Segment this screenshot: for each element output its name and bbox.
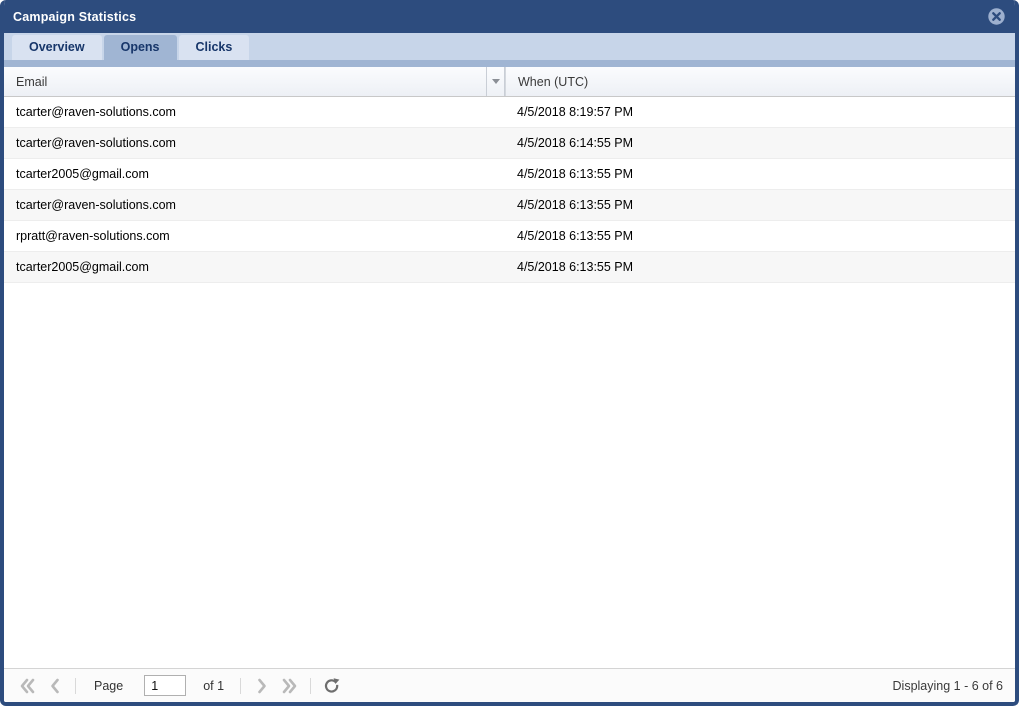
next-page-button[interactable] [253,675,271,697]
page-number-input[interactable] [144,675,186,696]
table-row[interactable]: tcarter@raven-solutions.com4/5/2018 8:19… [4,97,1015,128]
tab-opens[interactable]: Opens [104,35,177,60]
last-page-button[interactable] [280,675,298,697]
column-header-email[interactable]: Email [4,67,486,96]
table-row[interactable]: tcarter2005@gmail.com4/5/2018 6:13:55 PM [4,159,1015,190]
toolbar-separator [240,678,241,694]
chevron-down-icon [492,79,500,84]
cell-email: tcarter@raven-solutions.com [4,198,505,212]
grid-header: Email When (UTC) [4,67,1015,97]
table-row[interactable]: tcarter@raven-solutions.com4/5/2018 6:14… [4,128,1015,159]
campaign-statistics-dialog: Campaign Statistics OverviewOpensClicks … [0,0,1019,706]
cell-email: tcarter2005@gmail.com [4,167,505,181]
dialog-titlebar[interactable]: Campaign Statistics [3,0,1016,33]
tab-overview[interactable]: Overview [12,35,102,60]
cell-when: 4/5/2018 6:13:55 PM [505,260,1015,274]
column-header-when-label: When (UTC) [518,75,588,89]
dialog-title: Campaign Statistics [13,10,136,24]
column-header-when[interactable]: When (UTC) [505,67,1015,96]
cell-email: rpratt@raven-solutions.com [4,229,505,243]
tab-strip [4,60,1015,67]
table-row[interactable]: tcarter@raven-solutions.com4/5/2018 6:13… [4,190,1015,221]
paging-controls: Page of 1 [18,675,341,697]
tab-bar: OverviewOpensClicks [4,33,1015,60]
toolbar-separator [75,678,76,694]
column-header-email-label: Email [16,75,47,89]
table-row[interactable]: rpratt@raven-solutions.com4/5/2018 6:13:… [4,221,1015,252]
cell-when: 4/5/2018 8:19:57 PM [505,105,1015,119]
cell-when: 4/5/2018 6:13:55 PM [505,229,1015,243]
prev-page-button[interactable] [45,675,63,697]
table-row[interactable]: tcarter2005@gmail.com4/5/2018 6:13:55 PM [4,252,1015,283]
cell-email: tcarter@raven-solutions.com [4,136,505,150]
first-page-button[interactable] [18,675,36,697]
page-label: Page [94,679,123,693]
page-of-label: of 1 [203,679,224,693]
toolbar-separator [310,678,311,694]
column-menu-trigger[interactable] [486,67,505,96]
tab-clicks[interactable]: Clicks [179,35,250,60]
cell-email: tcarter2005@gmail.com [4,260,505,274]
grid-body: tcarter@raven-solutions.com4/5/2018 8:19… [4,97,1015,668]
cell-when: 4/5/2018 6:13:55 PM [505,167,1015,181]
cell-when: 4/5/2018 6:14:55 PM [505,136,1015,150]
paging-toolbar: Page of 1 [4,668,1015,702]
display-status: Displaying 1 - 6 of 6 [893,679,1003,693]
cell-email: tcarter@raven-solutions.com [4,105,505,119]
close-icon[interactable] [986,7,1006,27]
cell-when: 4/5/2018 6:13:55 PM [505,198,1015,212]
refresh-icon[interactable] [323,675,341,697]
